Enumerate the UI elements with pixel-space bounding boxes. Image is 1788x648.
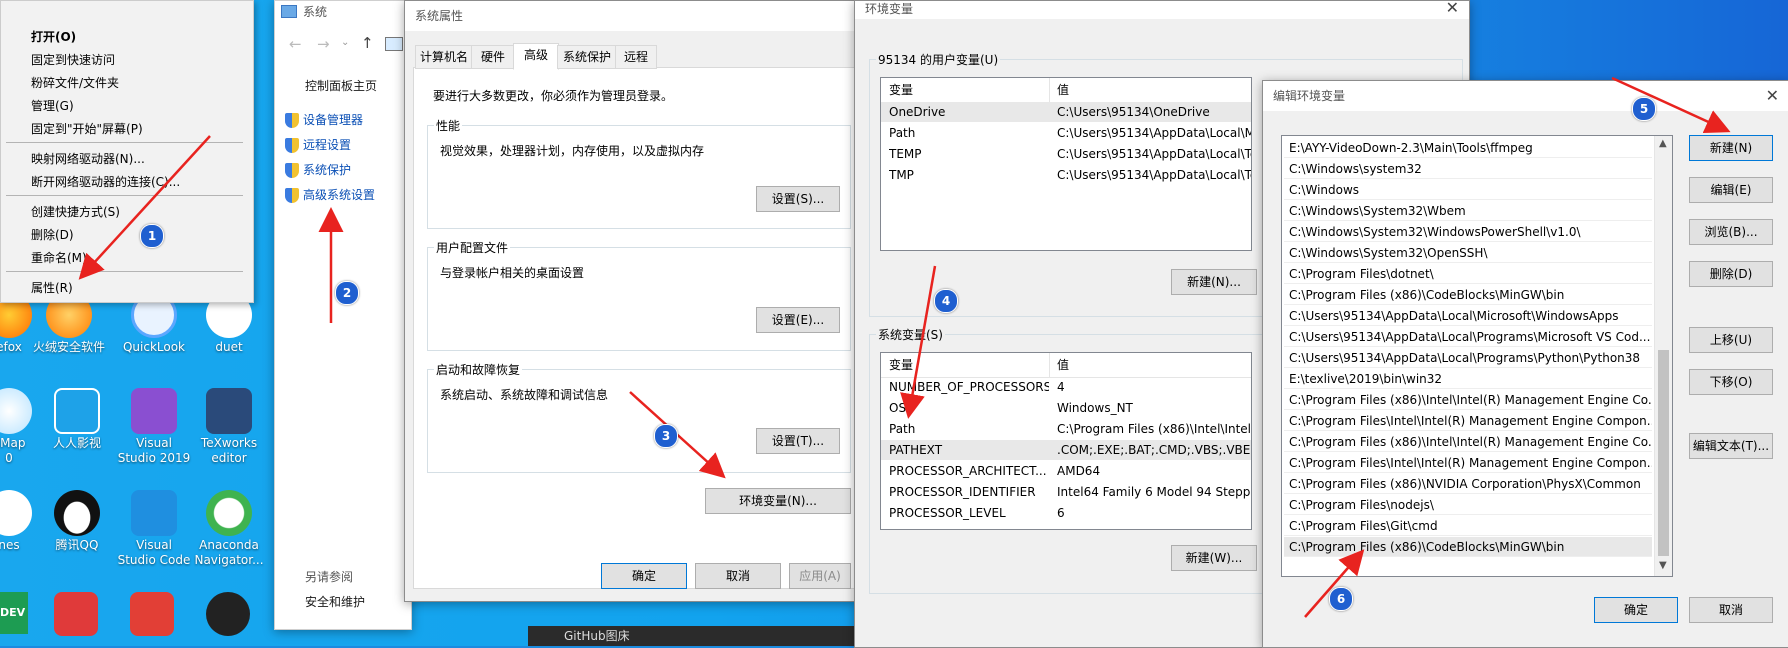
arrow-5 bbox=[1611, 76, 1731, 134]
step-badge-1: 1 bbox=[140, 224, 164, 248]
step-badge-3: 3 bbox=[654, 424, 678, 448]
step-badge-5: 5 bbox=[1632, 97, 1656, 121]
step-badge-2: 2 bbox=[335, 281, 359, 305]
arrow-4 bbox=[900, 265, 937, 419]
step-badge-4: 4 bbox=[934, 289, 958, 313]
step-badge-6: 6 bbox=[1329, 587, 1353, 611]
arrow-1 bbox=[78, 135, 211, 280]
annotation-arrows bbox=[78, 76, 1731, 618]
